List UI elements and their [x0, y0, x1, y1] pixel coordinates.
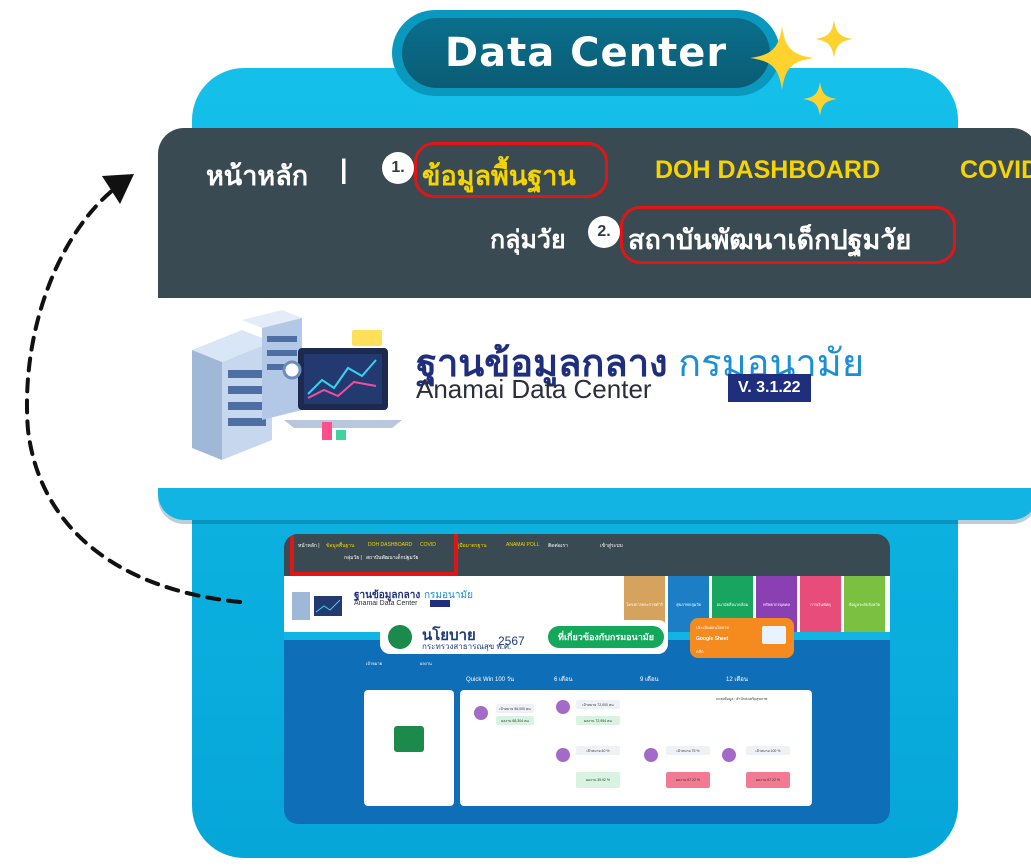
mini-nav-contact[interactable]: ติดต่อเรา [548, 542, 568, 550]
assessment-banner[interactable]: ประเมินผลนโยบาย Google Sheet คลิก [690, 618, 794, 658]
result-icon-3 [556, 748, 570, 762]
step-2-badge: 2. [588, 216, 620, 248]
mini-server-icon [292, 592, 342, 620]
mini-brand-en: Anamai Data Center [354, 600, 418, 607]
mini-left-card [364, 690, 454, 806]
result-icon-1 [474, 706, 488, 720]
goal-box-1: เป้าหมาย 56,000 คน [496, 704, 534, 713]
result-icon-4 [644, 748, 658, 762]
legend-target: เป้าหมาย [366, 661, 383, 666]
monitor-icon [762, 626, 786, 644]
mini-page-screenshot: หน้าหลัก | ข้อมูลพื้นฐาน DOH DASHBOARD C… [284, 534, 890, 824]
result-box-3: ผลงาน 39.92 % [576, 772, 620, 788]
mini-highlight-box [290, 534, 458, 576]
cyan-stripe [158, 488, 1031, 520]
mini-nav-login[interactable]: เข้าสู่ระบบ [600, 542, 623, 550]
assessment-sheet: Google Sheet [696, 636, 729, 642]
version-badge: V. 3.1.22 [728, 374, 811, 402]
result-box-2: ผลงาน 72,954 คน [576, 716, 620, 725]
title-pill: Data Center [402, 18, 770, 88]
step-1-badge: 1. [382, 152, 414, 184]
goal-box-4: เป้าหมาย 75 % [666, 746, 710, 755]
highlight-early-childhood [620, 206, 956, 264]
mini-version-badge [430, 600, 450, 607]
clinic-icon [394, 726, 424, 752]
goal-box-2: เป้าหมาย 72,000 คน [576, 700, 620, 709]
nav-separator: | [340, 154, 348, 184]
twelve-month-label: 12 เดือน [726, 677, 748, 683]
nav-doh-dashboard-link[interactable]: DOH DASHBOARD [655, 156, 880, 185]
policy-banner: นโยบาย กระทรวงสาธารณสุข พ.ศ. 2567 ที่เกี… [380, 620, 668, 654]
quickwin-label: Quick Win 100 วัน [466, 677, 515, 683]
nav-age-group-label: กลุ่มวัย [490, 226, 566, 254]
mini-results-panel: แหล่งข้อมูล : สำนักส่งเสริมสุขภาพ เป้าหม… [460, 690, 812, 806]
nav-covid-link[interactable]: COVID [960, 156, 1031, 185]
result-icon-5 [722, 748, 736, 762]
result-icon-2 [556, 700, 570, 714]
result-box-5: ผลงาน 67.22 % [746, 772, 790, 788]
mini-tile-finance[interactable]: การเงินพัสดุ [800, 576, 841, 632]
six-month-label: 6 เดือน [554, 677, 573, 683]
policy-related-button[interactable]: ที่เกี่ยวข้องกับกรมอนามัย [548, 626, 664, 648]
goal-box-3: เป้าหมาย 40 % [576, 746, 620, 755]
result-box-1: ผลงาน 68,304 คน [496, 716, 534, 725]
highlight-basic-data [414, 142, 608, 198]
nav-home-link[interactable]: หน้าหลัก [206, 154, 308, 197]
title-text: Data Center [444, 30, 728, 76]
mini-nav-std[interactable]: คู่มือมาตรฐาน [456, 542, 487, 550]
assessment-click: คลิก [696, 649, 704, 654]
assessment-text: ประเมินผลนโยบาย [696, 625, 729, 630]
result-box-4: ผลงาน 67.22 % [666, 772, 710, 788]
nine-month-label: 9 เดือน [640, 677, 659, 683]
goal-box-5: เป้าหมาย 100 % [746, 746, 790, 755]
sparkle-icon [750, 20, 853, 116]
ministry-logo-icon [388, 625, 412, 649]
zoomed-header-card: หน้าหลัก | 1. ข้อมูลพื้นฐาน DOH DASHBOAR… [158, 128, 1031, 520]
mini-nav-poll[interactable]: ANAMAI POLL [506, 542, 539, 548]
brand-subtitle: Anamai Data Center [416, 374, 652, 404]
mini-tile-province[interactable]: ข้อมูลระดับจังหวัด [844, 576, 885, 632]
top-nav-bar: หน้าหลัก | 1. ข้อมูลพื้นฐาน DOH DASHBOAR… [158, 128, 1031, 298]
legend-result: ผลงาน [420, 661, 432, 666]
results-source: แหล่งข้อมูล : สำนักส่งเสริมสุขภาพ [716, 697, 768, 701]
policy-year: 2567 [498, 634, 525, 648]
server-illustration-icon [192, 310, 402, 460]
